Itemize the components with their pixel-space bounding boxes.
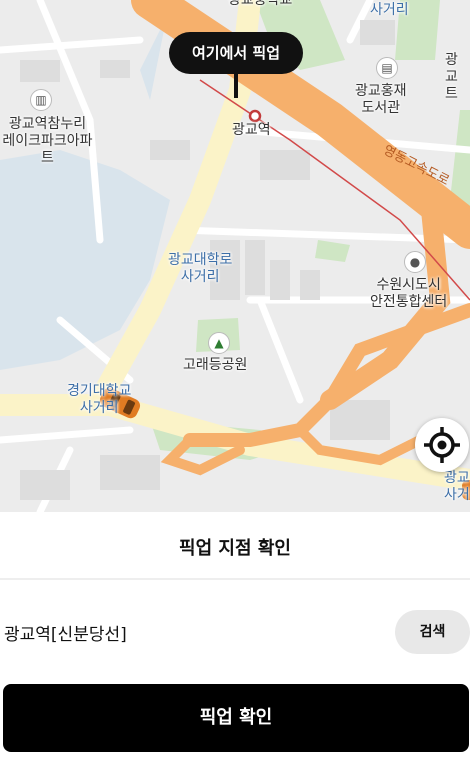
map-label-west-intersection: 경기대학교 사거리 [67, 383, 132, 416]
pickup-pin-stick [234, 74, 238, 98]
map-label-intersection-top: 사거리 [370, 2, 409, 18]
map-view[interactable]: ▥ ▤ ● ▲ 광교중학교 사거리 광교역참누리 레이크파크아파트 광교역 광교… [0, 0, 470, 512]
tree-icon: ▲ [208, 332, 230, 354]
confirm-pickup-button[interactable]: 픽업 확인 [3, 684, 469, 752]
map-label-apartment: 광교역참누리 레이크파크아파트 [2, 116, 93, 166]
panel-title: 픽업 지점 확인 [179, 538, 291, 559]
crosshair-icon [424, 427, 460, 463]
map-label-school: 광교중학교 [228, 0, 293, 8]
map-label-park: 고래등공원 [183, 357, 248, 373]
map-label-right-top: 광교 트 [445, 52, 458, 102]
station-marker [248, 109, 262, 123]
divider [0, 578, 470, 580]
pickup-panel: 픽업 지점 확인 광교역[신분당선] 검색 픽업 확인 [0, 512, 470, 757]
building-icon: ▥ [30, 89, 52, 111]
map-label-station: 광교역 [232, 122, 271, 138]
map-label-library: 광교홍재 도서관 [355, 83, 407, 116]
book-icon: ▤ [376, 57, 398, 79]
facility-icon: ● [404, 251, 426, 273]
map-label-univ-intersection: 광교대학로 사거리 [168, 252, 233, 285]
pickup-location-name: 광교역[신분당선] [4, 625, 127, 645]
map-label-right-bottom: 광교 사거 [444, 470, 470, 503]
locate-button[interactable] [415, 418, 469, 472]
pickup-bubble: 여기에서 픽업 [169, 32, 303, 74]
search-button[interactable]: 검색 [395, 610, 470, 654]
map-label-safety-center: 수원시도시 안전통합센터 [370, 277, 448, 310]
